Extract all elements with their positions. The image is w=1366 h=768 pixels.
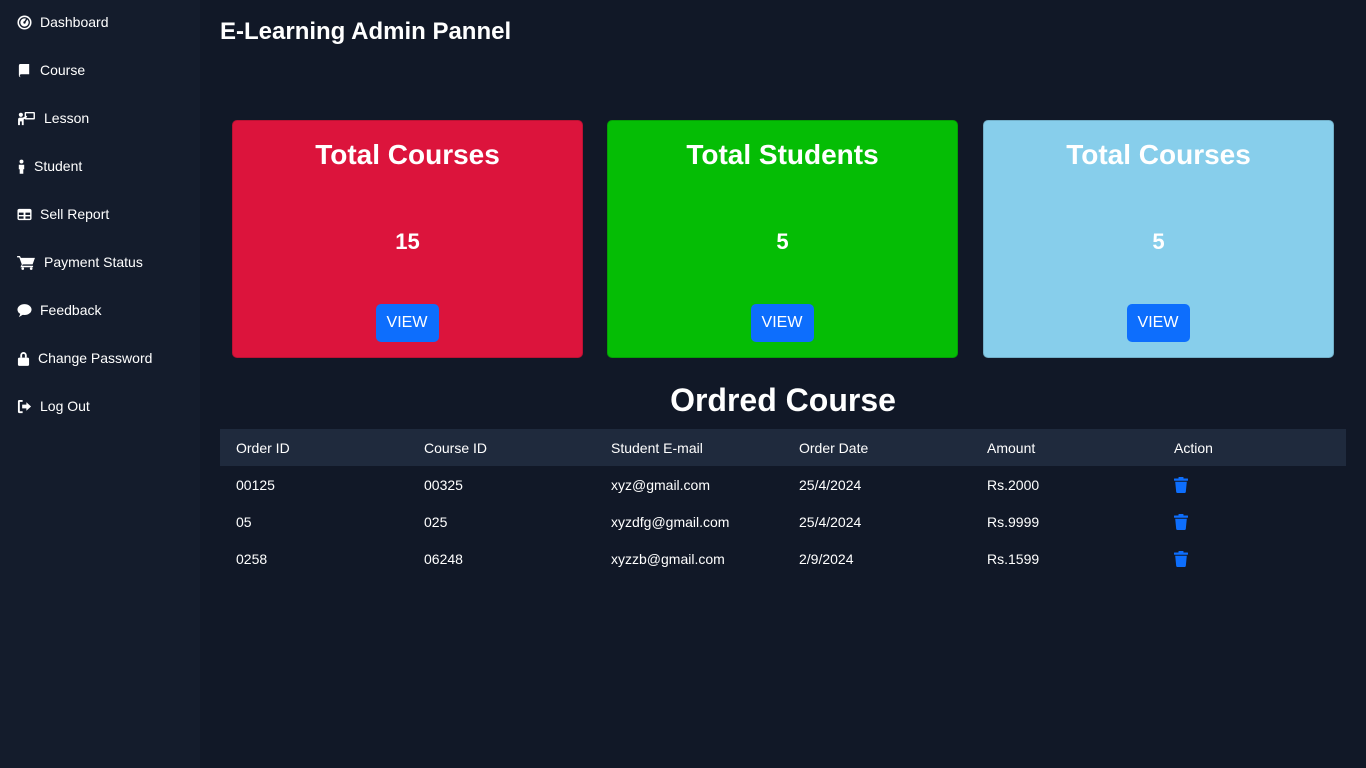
logout-icon <box>16 398 32 414</box>
page-title: E-Learning Admin Pannel <box>220 18 512 45</box>
action-cell <box>1158 503 1346 540</box>
column-header-action: Action <box>1158 429 1346 466</box>
sidebar-item-label: Sell Report <box>40 206 110 222</box>
table-row: 0258 06248 xyzzb@gmail.com 2/9/2024 Rs.1… <box>220 540 1346 577</box>
column-header-amount: Amount <box>971 429 1158 466</box>
course-id-cell: 025 <box>424 513 448 530</box>
order-id-cell: 00125 <box>236 476 275 493</box>
sidebar-item-dashboard[interactable]: Dashboard <box>16 10 109 34</box>
sidebar-item-change-password[interactable]: Change Password <box>16 346 152 370</box>
student-email-cell: xyzdfg@gmail.com <box>611 513 730 530</box>
column-header-student-email: Student E-mail <box>595 429 783 466</box>
trash-icon[interactable] <box>1174 514 1188 531</box>
view-courses-button[interactable]: VIEW <box>375 304 439 342</box>
action-cell <box>1158 466 1346 503</box>
amount-cell: Rs.2000 <box>987 476 1040 493</box>
comment-icon <box>16 302 32 318</box>
order-date-cell: 2/9/2024 <box>799 550 854 567</box>
card-title: Total Courses <box>315 139 500 170</box>
card-value: 5 <box>1152 229 1165 254</box>
person-icon <box>16 158 26 174</box>
sidebar-item-label: Feedback <box>40 302 102 318</box>
sidebar-item-label: Dashboard <box>40 14 109 30</box>
sidebar-item-payment-status[interactable]: Payment Status <box>16 250 143 274</box>
column-header-course-id: Course ID <box>408 429 595 466</box>
teacher-board-icon <box>16 110 36 126</box>
sidebar-item-lesson[interactable]: Lesson <box>16 106 89 130</box>
sidebar: Dashboard Course Lesson Student Sell Rep… <box>0 0 200 768</box>
view-courses-button-2[interactable]: VIEW <box>1126 304 1190 342</box>
total-courses-card: Total Courses 15 VIEW <box>232 120 583 358</box>
sidebar-item-feedback[interactable]: Feedback <box>16 298 101 322</box>
action-cell <box>1158 540 1346 577</box>
book-icon <box>16 62 32 78</box>
column-header-order-id: Order ID <box>220 429 408 466</box>
sidebar-item-label: Course <box>40 62 86 78</box>
column-header-order-date: Order Date <box>783 429 971 466</box>
trash-icon[interactable] <box>1174 477 1188 494</box>
order-id-cell: 0258 <box>236 550 268 567</box>
table-row: 05 025 xyzdfg@gmail.com 25/4/2024 Rs.999… <box>220 503 1346 540</box>
course-id-cell: 00325 <box>424 476 463 493</box>
card-value: 5 <box>776 229 789 254</box>
dashboard-gauge-icon <box>16 14 32 30</box>
table-icon <box>16 206 32 222</box>
lock-icon <box>16 350 30 366</box>
total-students-card: Total Students 5 VIEW <box>607 120 958 358</box>
card-title: Total Courses <box>1066 139 1251 170</box>
sidebar-item-label: Log Out <box>40 398 90 414</box>
trash-icon[interactable] <box>1174 551 1188 568</box>
table-row: 00125 00325 xyz@gmail.com 25/4/2024 Rs.2… <box>220 466 1346 503</box>
sidebar-item-log-out[interactable]: Log Out <box>16 394 90 418</box>
total-courses-card-2: Total Courses 5 VIEW <box>983 120 1334 358</box>
orders-table: Order ID Course ID Student E-mail Order … <box>220 429 1346 577</box>
ordered-course-heading: Ordred Course <box>670 382 896 418</box>
card-value: 15 <box>395 229 420 254</box>
sidebar-item-label: Change Password <box>38 350 153 366</box>
cart-icon <box>16 254 36 270</box>
student-email-cell: xyzzb@gmail.com <box>611 550 725 567</box>
sidebar-item-label: Student <box>34 158 83 174</box>
view-students-button[interactable]: VIEW <box>750 304 814 342</box>
table-header-row: Order ID Course ID Student E-mail Order … <box>220 429 1346 466</box>
card-title: Total Students <box>686 139 879 170</box>
sidebar-item-label: Payment Status <box>44 254 143 270</box>
sidebar-item-course[interactable]: Course <box>16 58 85 82</box>
order-id-cell: 05 <box>236 513 252 530</box>
amount-cell: Rs.9999 <box>987 513 1040 530</box>
amount-cell: Rs.1599 <box>987 550 1040 567</box>
sidebar-item-label: Lesson <box>44 110 90 126</box>
sidebar-item-student[interactable]: Student <box>16 154 82 178</box>
course-id-cell: 06248 <box>424 550 463 567</box>
order-date-cell: 25/4/2024 <box>799 476 862 493</box>
order-date-cell: 25/4/2024 <box>799 513 862 530</box>
student-email-cell: xyz@gmail.com <box>611 476 711 493</box>
sidebar-item-sell-report[interactable]: Sell Report <box>16 202 109 226</box>
